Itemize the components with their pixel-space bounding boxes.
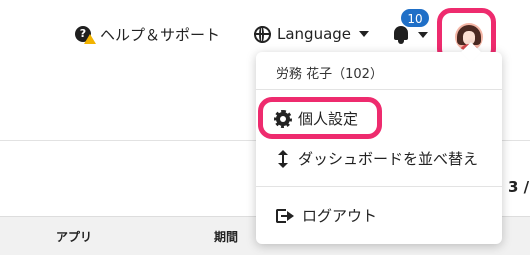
help-warning-icon: ? bbox=[74, 23, 96, 45]
pagination-count: 3 / bbox=[508, 178, 530, 196]
menu-divider bbox=[256, 89, 502, 90]
language-label: Language bbox=[277, 25, 352, 43]
menu-divider bbox=[256, 186, 502, 187]
language-selector[interactable]: Language bbox=[254, 22, 370, 46]
gear-icon bbox=[274, 109, 292, 128]
help-support-label: ヘルプ＆サポート bbox=[100, 25, 221, 44]
menu-item-label: ダッシュボードを並べ替え bbox=[298, 150, 479, 168]
menu-item-logout[interactable]: ログアウト bbox=[276, 205, 377, 226]
chevron-down-icon bbox=[418, 32, 428, 38]
bell-icon bbox=[394, 26, 408, 44]
menu-item-label: 個人設定 bbox=[298, 110, 359, 128]
help-support-link[interactable]: ? ヘルプ＆サポート bbox=[74, 22, 220, 46]
menu-item-personal-settings[interactable]: 個人設定 bbox=[274, 108, 359, 129]
notification-count-badge: 10 bbox=[400, 8, 430, 28]
table-header-app[interactable]: アプリ bbox=[56, 228, 92, 245]
menu-user-name: 労務 花子（102） bbox=[276, 67, 383, 82]
globe-icon bbox=[254, 25, 271, 43]
chevron-down-icon bbox=[359, 31, 370, 37]
table-header-period[interactable]: 期間 bbox=[214, 228, 238, 245]
menu-item-label: ログアウト bbox=[302, 207, 378, 225]
logout-icon bbox=[276, 208, 294, 224]
sort-icon bbox=[276, 149, 290, 168]
menu-item-reorder-dashboard[interactable]: ダッシュボードを並べ替え bbox=[276, 148, 478, 169]
